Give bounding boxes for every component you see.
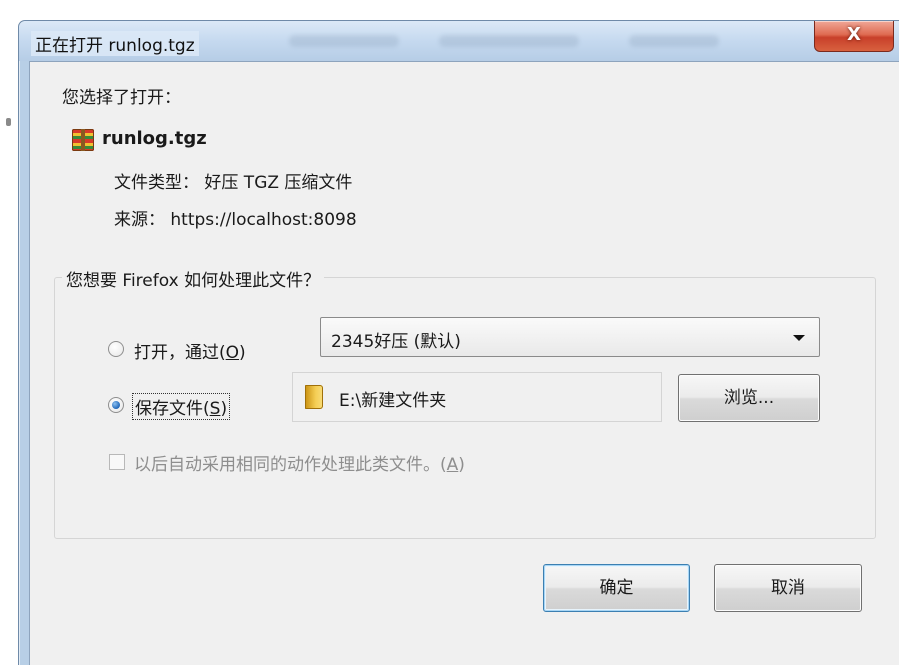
file-source: 来源： https://localhost:8098 <box>114 210 357 230</box>
background-fragment <box>6 118 11 126</box>
cancel-button[interactable]: 取消 <box>714 564 862 612</box>
blurred-background-text <box>289 35 399 47</box>
blurred-background-text <box>439 35 579 47</box>
folder-icon <box>305 385 323 409</box>
save-file-radio[interactable] <box>108 397 124 413</box>
open-with-app-value: 2345好压 (默认) <box>331 332 461 352</box>
chosen-label: 您选择了打开： <box>62 88 181 108</box>
chevron-down-icon <box>793 335 805 341</box>
download-dialog: 正在打开 runlog.tgz X 您选择了打开： runlog.tgz 文件类… <box>18 20 899 665</box>
title-bar[interactable]: 正在打开 runlog.tgz X <box>19 21 899 61</box>
close-icon: X <box>847 24 861 45</box>
open-with-radio[interactable] <box>108 341 124 357</box>
dialog-title: 正在打开 runlog.tgz <box>31 31 199 56</box>
open-with-app-dropdown[interactable]: 2345好压 (默认) <box>320 317 820 357</box>
browse-button[interactable]: 浏览... <box>678 374 820 422</box>
file-type: 文件类型： 好压 TGZ 压缩文件 <box>114 173 353 193</box>
save-path-field: E:\新建文件夹 <box>292 372 662 422</box>
save-file-label[interactable]: 保存文件(S) <box>132 393 231 420</box>
save-path-text: E:\新建文件夹 <box>339 391 447 411</box>
archive-icon <box>72 129 94 151</box>
file-name: runlog.tgz <box>102 128 207 149</box>
close-button[interactable]: X <box>814 21 894 52</box>
open-with-label[interactable]: 打开，通过(O) <box>134 338 246 363</box>
dialog-body: 您选择了打开： runlog.tgz 文件类型： 好压 TGZ 压缩文件 来源：… <box>29 61 899 665</box>
action-group-legend: 您想要 Firefox 如何处理此文件？ <box>62 266 325 291</box>
blurred-background-text <box>629 35 719 47</box>
remember-choice-checkbox[interactable] <box>109 454 125 470</box>
ok-button[interactable]: 确定 <box>543 564 690 612</box>
remember-choice-label[interactable]: 以后自动采用相同的动作处理此类文件。(A) <box>134 450 465 475</box>
